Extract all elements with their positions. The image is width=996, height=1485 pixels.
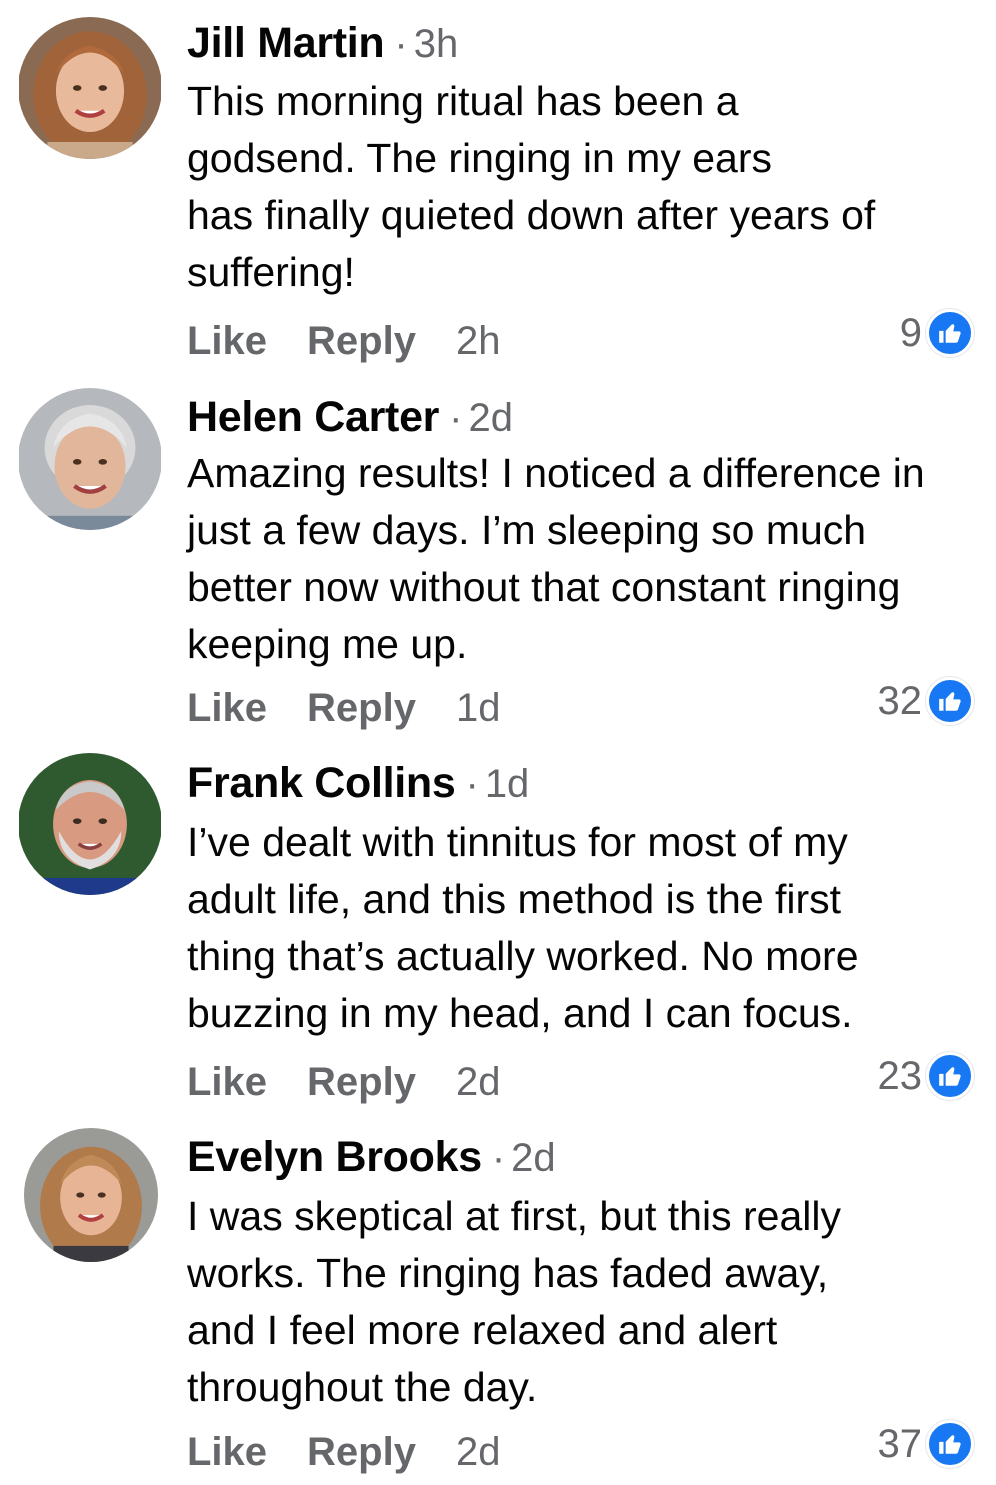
comment-line: suffering! <box>187 249 355 295</box>
reply-button[interactable]: Reply <box>307 1430 416 1474</box>
separator-dot: · <box>394 22 408 66</box>
comment-line: works. The ringing has faded away, <box>187 1250 829 1296</box>
separator-dot: · <box>491 1136 506 1180</box>
avatar[interactable] <box>18 388 162 530</box>
reaction-count: 9 <box>899 311 922 355</box>
comment-line: and I feel more relaxed and alert <box>187 1307 778 1353</box>
comment-line: Amazing results! I noticed a difference … <box>187 450 925 496</box>
commenter-name[interactable]: Evelyn Brooks <box>187 1133 482 1181</box>
like-button[interactable]: Like <box>187 1060 267 1104</box>
like-button[interactable]: Like <box>187 1430 267 1474</box>
commenter-name[interactable]: Frank Collins <box>187 759 456 807</box>
separator-dot: · <box>465 762 479 806</box>
reaction-summary[interactable]: 9 <box>900 309 974 357</box>
comment-timestamp[interactable]: 2d <box>511 1136 556 1180</box>
comment-line: I was skeptical at first, but this reall… <box>187 1193 841 1239</box>
reaction-count: 37 <box>877 1422 923 1466</box>
comment-timestamp[interactable]: 3h <box>414 22 459 66</box>
comment-line: godsend. The ringing in my ears <box>187 135 772 181</box>
avatar-photo <box>19 17 161 159</box>
reaction-count: 23 <box>877 1054 923 1098</box>
comment-line: adult life, and this method is the first <box>187 876 842 922</box>
comment-line: buzzing in my head, and I can focus. <box>187 990 853 1036</box>
comment-body: Amazing results! I noticed a difference … <box>187 445 925 673</box>
comment-line: This morning ritual has been a <box>187 78 739 124</box>
thumbs-up-icon <box>926 309 974 357</box>
reaction-summary[interactable]: 37 <box>877 1420 974 1468</box>
reply-button[interactable]: Reply <box>307 1060 416 1104</box>
comment-line: keeping me up. <box>187 621 468 667</box>
reaction-summary[interactable]: 32 <box>877 677 974 725</box>
avatar-photo <box>19 753 161 895</box>
avatar[interactable] <box>18 753 162 895</box>
like-button[interactable]: Like <box>187 319 267 363</box>
comment-body: This morning ritual has been a godsend. … <box>187 73 875 301</box>
comment-body: I’ve dealt with tinnitus for most of my … <box>187 814 859 1042</box>
reply-button[interactable]: Reply <box>307 686 416 730</box>
comment-line: just a few days. I’m sleeping so much <box>187 507 867 553</box>
avatar[interactable] <box>18 17 162 159</box>
comment-timestamp[interactable]: 1d <box>485 762 530 806</box>
commenter-name[interactable]: Jill Martin <box>187 19 385 67</box>
action-timestamp[interactable]: 1d <box>456 686 501 730</box>
comment-line: better now without that constant ringing <box>187 564 901 610</box>
comment-line: throughout the day. <box>187 1364 538 1410</box>
avatar-photo <box>19 388 161 530</box>
comment-line: I’ve dealt with tinnitus for most of my <box>187 819 848 865</box>
comment-body: I was skeptical at first, but this reall… <box>187 1188 841 1416</box>
action-timestamp[interactable]: 2d <box>456 1430 501 1474</box>
comment-line: has finally quieted down after years of <box>187 192 876 238</box>
reaction-count: 32 <box>877 679 923 723</box>
thumbs-up-icon <box>926 1420 974 1468</box>
thumbs-up-icon <box>926 1052 974 1100</box>
avatar-photo <box>24 1128 158 1262</box>
comment-timestamp[interactable]: 2d <box>468 396 513 440</box>
like-button[interactable]: Like <box>187 686 267 730</box>
comment-line: thing that’s actually worked. No more <box>187 933 859 979</box>
separator-dot: · <box>449 396 463 440</box>
action-timestamp[interactable]: 2h <box>456 319 501 363</box>
thumbs-up-icon <box>926 677 974 725</box>
reaction-summary[interactable]: 23 <box>877 1052 974 1100</box>
commenter-name[interactable]: Helen Carter <box>187 393 439 441</box>
reply-button[interactable]: Reply <box>307 319 416 363</box>
avatar[interactable] <box>24 1128 158 1262</box>
action-timestamp[interactable]: 2d <box>456 1060 501 1104</box>
